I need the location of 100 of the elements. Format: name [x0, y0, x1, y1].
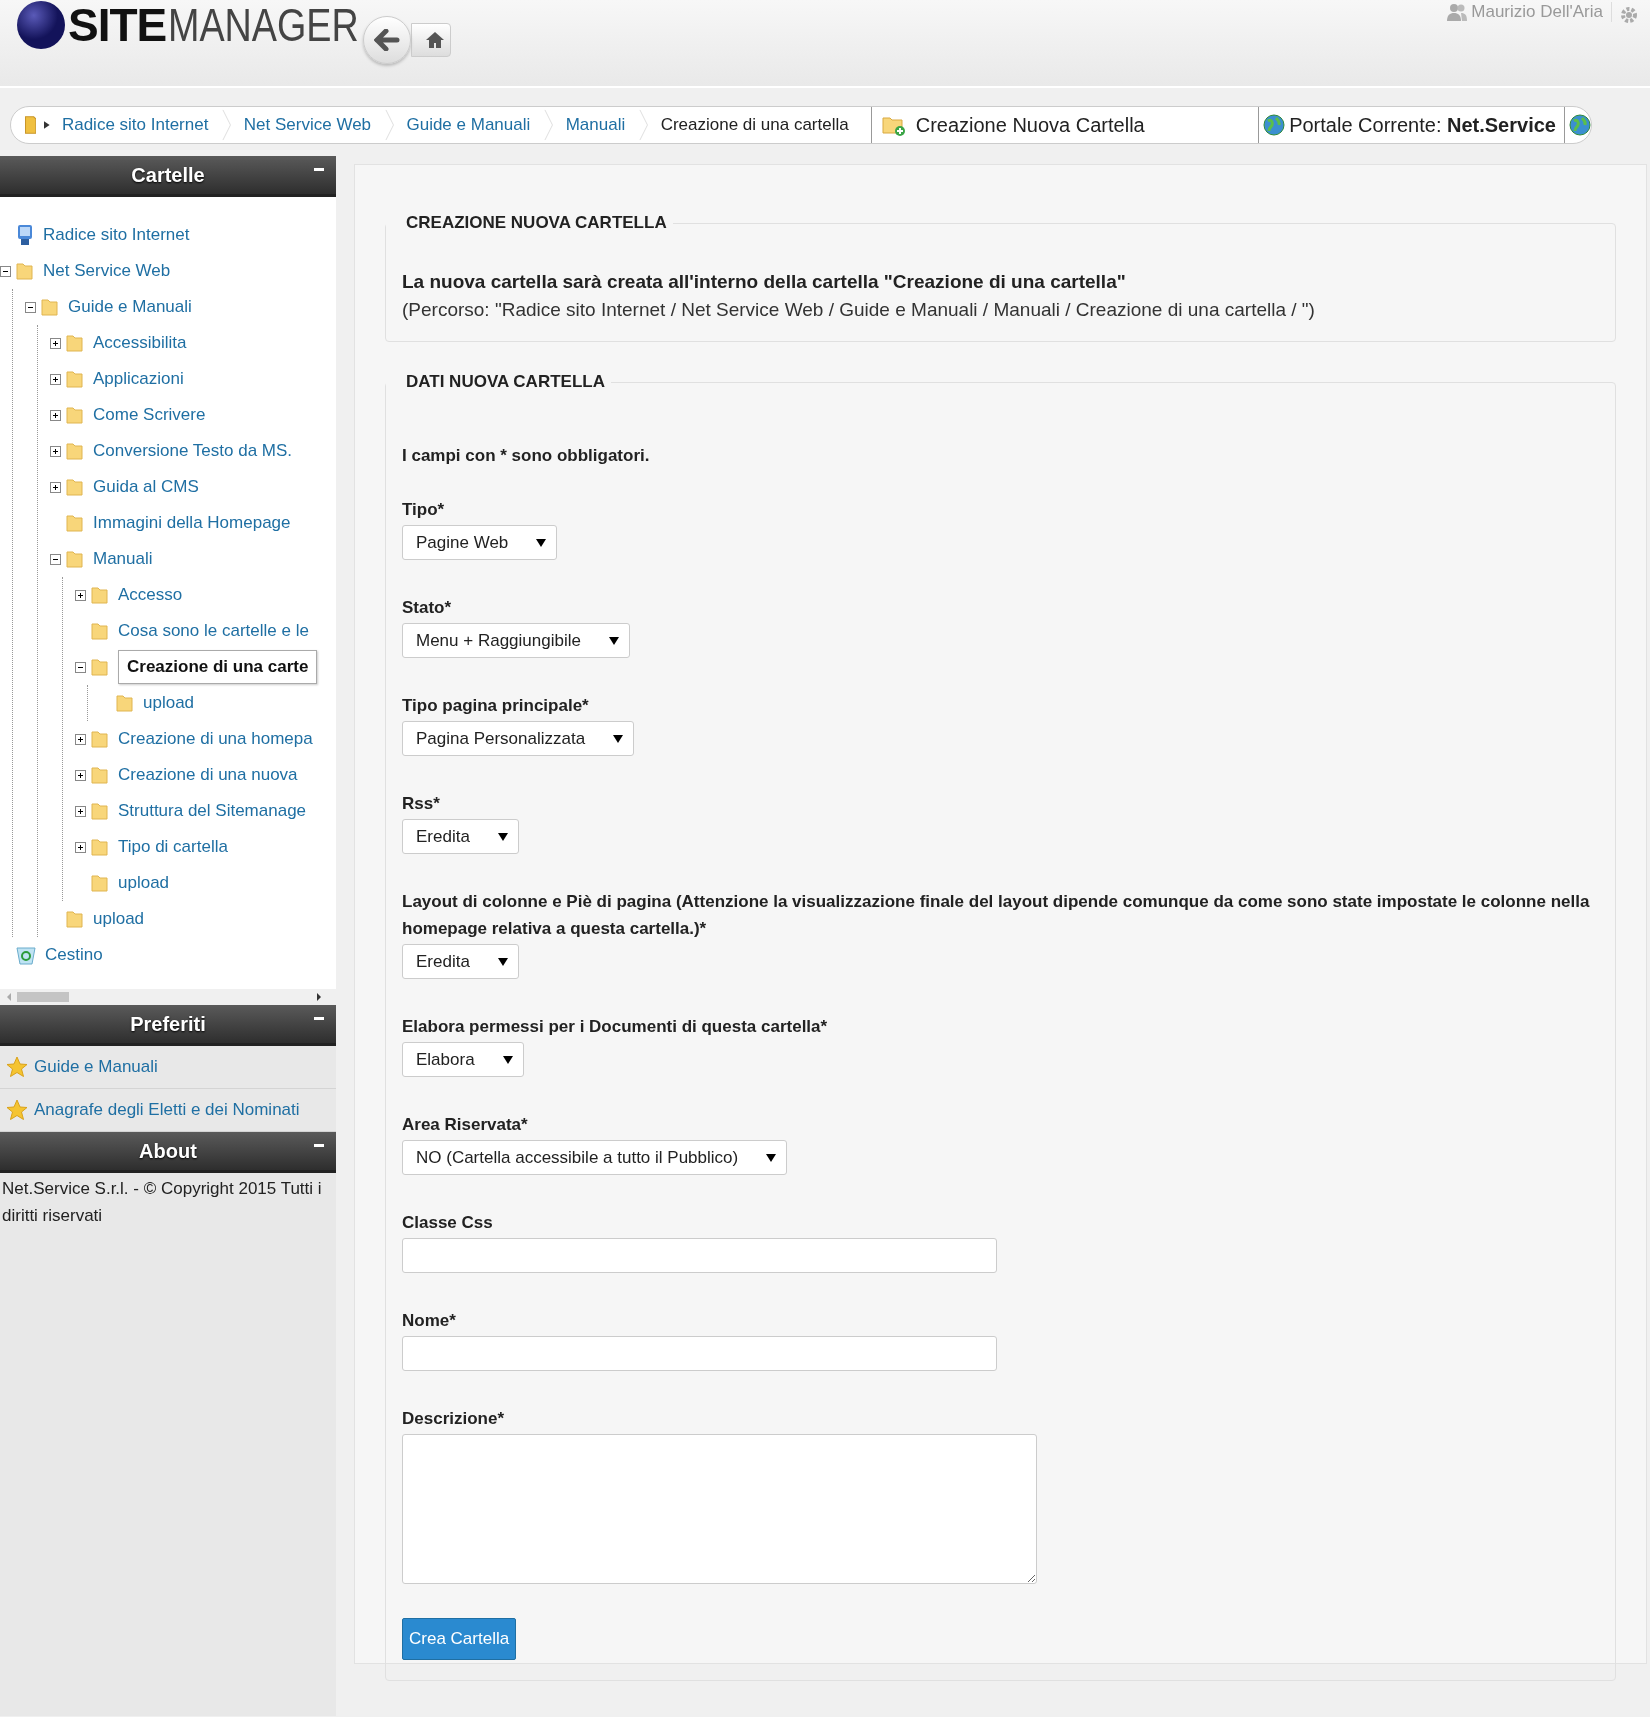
- collapse-icon[interactable]: [75, 661, 86, 673]
- back-arrow-icon: [373, 29, 400, 51]
- collapse-icon[interactable]: [50, 553, 61, 565]
- folder-add-icon: [881, 114, 906, 136]
- tree-item[interactable]: Creazione di una carte: [118, 650, 318, 684]
- expand-icon[interactable]: [50, 445, 61, 457]
- collapse-icon[interactable]: [25, 301, 36, 313]
- tree-item[interactable]: Come Scrivere: [93, 405, 206, 425]
- back-button[interactable]: [362, 16, 411, 64]
- expand-icon[interactable]: [75, 733, 86, 745]
- field-label: Descrizione*: [402, 1408, 506, 1430]
- dropdown[interactable]: Pagina Personalizzata: [402, 721, 635, 756]
- star-icon: [6, 1056, 28, 1078]
- field-label: Stato*: [402, 597, 453, 619]
- panel-title: Preferiti: [130, 1012, 206, 1036]
- create-folder-button[interactable]: Crea Cartella: [402, 1618, 517, 1660]
- field-label: Rss*: [402, 793, 441, 815]
- chevron-icon: [385, 107, 395, 143]
- panel-header[interactable]: Preferiti: [0, 1005, 336, 1046]
- dropdown[interactable]: Eredita: [402, 944, 519, 979]
- panel-header[interactable]: About: [0, 1132, 336, 1173]
- tree-item[interactable]: Immagini della Homepage: [93, 513, 291, 533]
- folder-icon: [65, 477, 85, 497]
- field-label: Classe Css: [402, 1212, 494, 1234]
- dropdown[interactable]: Eredita: [402, 819, 519, 854]
- expand-icon[interactable]: [50, 337, 61, 349]
- required-note: I campi con * sono obbligatori.: [402, 446, 651, 466]
- tree-item[interactable]: Cosa sono le cartelle e le: [118, 621, 309, 641]
- breadcrumb-link[interactable]: Radice sito Internet: [49, 115, 223, 135]
- field-label: Tipo*: [402, 499, 446, 521]
- tree-item[interactable]: Manuali: [93, 549, 153, 569]
- tree-item[interactable]: Conversione Testo da MS.: [93, 441, 293, 461]
- globe-document-icon: [1568, 114, 1591, 136]
- tree-item[interactable]: Accessibilita: [93, 333, 187, 353]
- tree-item[interactable]: Struttura del Sitemanage: [118, 801, 307, 821]
- expand-icon[interactable]: [50, 373, 61, 385]
- panel-header[interactable]: Cartelle: [0, 156, 336, 197]
- folder-icon: [65, 405, 85, 425]
- tree-item[interactable]: Net Service Web: [43, 261, 171, 281]
- dropdown[interactable]: Menu + Raggiungibile: [402, 623, 630, 658]
- folder-icon: [40, 297, 60, 317]
- input-field[interactable]: [402, 1238, 997, 1273]
- tree-item[interactable]: Creazione di una nuova: [118, 765, 298, 785]
- field-label: Tipo pagina principale*: [402, 695, 590, 717]
- caret-icon: [502, 1055, 513, 1064]
- tree-item[interactable]: Accesso: [118, 585, 183, 605]
- folder-icon: [25, 116, 37, 134]
- horizontal-scrollbar[interactable]: [0, 989, 336, 1005]
- folder-icon: [65, 333, 85, 353]
- caret-icon: [613, 734, 624, 743]
- tree-item[interactable]: Applicazioni: [93, 369, 184, 389]
- info-message: La nuova cartella sarà creata all'interno della cartella "Creazione di una cartella": [402, 271, 1127, 293]
- expand-icon[interactable]: [50, 409, 61, 421]
- copyright-text: Net.Service S.r.l. - © Copyright 2015 Tutti i diritti riservati: [1, 1178, 323, 1227]
- caret-icon: [536, 538, 547, 547]
- dropdown[interactable]: Elabora: [402, 1042, 524, 1077]
- tree-item[interactable]: upload: [93, 909, 145, 929]
- breadcrumb-link[interactable]: Creazione di una cartella: [648, 115, 863, 135]
- breadcrumb-link[interactable]: Manuali: [553, 115, 640, 135]
- tree-item[interactable]: Cestino: [45, 945, 103, 965]
- tree-item[interactable]: upload: [143, 693, 195, 713]
- panel-title: About: [139, 1139, 197, 1163]
- expand-icon[interactable]: [75, 589, 86, 601]
- collapse-icon[interactable]: [0, 265, 11, 277]
- dropdown[interactable]: Pagine Web: [402, 525, 558, 560]
- home-button[interactable]: [410, 23, 451, 57]
- logo-text: SITE: [68, 0, 167, 50]
- dropdown[interactable]: NO (Cartella accessibile a tutto il Pubblico): [402, 1140, 788, 1175]
- folder-icon: [90, 585, 110, 605]
- chevron-icon: [544, 107, 554, 143]
- folder-icon: [90, 837, 110, 857]
- favorite-link[interactable]: Anagrafe degli Eletti e dei Nominati: [34, 1100, 300, 1120]
- chevron-icon: [639, 107, 649, 143]
- current-portal: Portale Corrente: Net.Service: [1289, 113, 1556, 137]
- panel-title: Cartelle: [131, 163, 205, 187]
- section-title: CREAZIONE NUOVA CARTELLA: [405, 213, 668, 233]
- page-title: Creazione Nuova Cartella: [915, 113, 1145, 137]
- breadcrumb-link[interactable]: Net Service Web: [231, 115, 386, 135]
- tree-item[interactable]: Creazione di una homepa: [118, 729, 313, 749]
- caret-right-icon: [44, 121, 50, 129]
- tree-item[interactable]: Guida al CMS: [93, 477, 199, 497]
- input-field[interactable]: [402, 1336, 997, 1371]
- tree-item[interactable]: upload: [118, 873, 170, 893]
- folder-icon: [90, 873, 110, 893]
- tree-item[interactable]: Radice sito Internet: [43, 225, 190, 245]
- globe-icon: [1263, 114, 1286, 136]
- breadcrumb-link[interactable]: Guide e Manuali: [394, 115, 545, 135]
- folder-icon: [65, 513, 85, 533]
- folder-icon: [65, 369, 85, 389]
- expand-icon[interactable]: [75, 805, 86, 817]
- folder-icon: [90, 729, 110, 749]
- folder-icon: [65, 909, 85, 929]
- favorite-link[interactable]: Guide e Manuali: [34, 1057, 158, 1077]
- tree-item[interactable]: Guide e Manuali: [68, 297, 192, 317]
- caret-icon: [497, 832, 508, 841]
- tree-item[interactable]: Tipo di cartella: [118, 837, 228, 857]
- expand-icon[interactable]: [75, 769, 86, 781]
- expand-icon[interactable]: [75, 841, 86, 853]
- folder-icon: [115, 693, 135, 713]
- expand-icon[interactable]: [50, 481, 61, 493]
